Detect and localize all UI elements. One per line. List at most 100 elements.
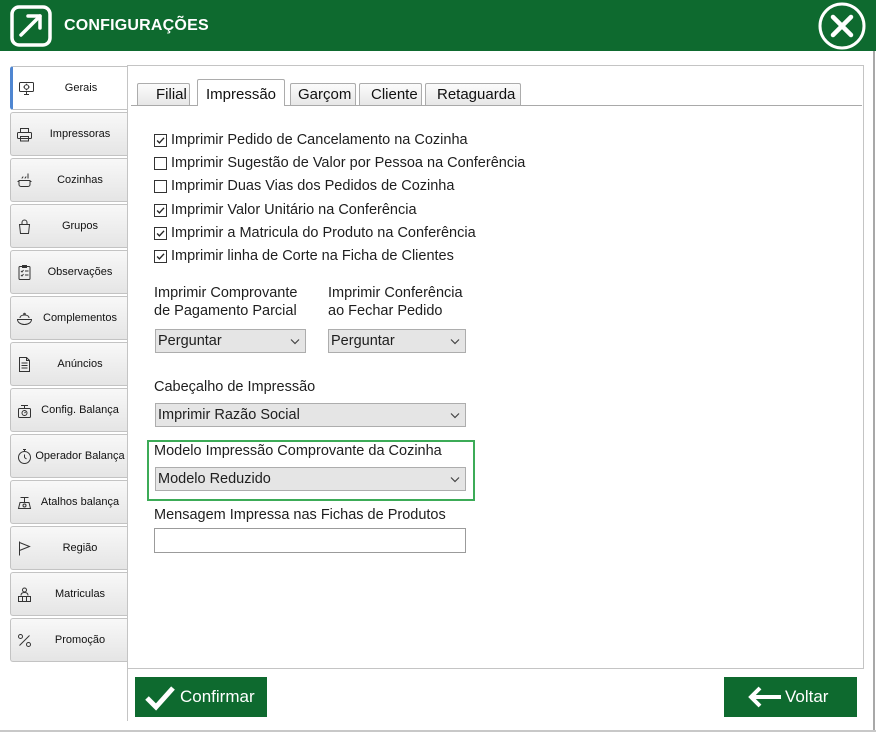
confirm-button[interactable]: Confirmar	[135, 677, 267, 717]
sidebar-item-label: Complementos	[43, 312, 117, 324]
label-modelo-comprovante-cozinha: Modelo Impressão Comprovante da Cozinha	[154, 443, 442, 459]
sidebar-item-label: Observações	[47, 266, 113, 278]
back-button-label: Voltar	[785, 687, 829, 706]
sidebar-item-label: Anúncios	[57, 358, 103, 370]
checkbox[interactable]	[154, 157, 167, 171]
chevron-down-icon	[290, 339, 300, 345]
option-label: Imprimir Pedido de Cancelamento na Cozin…	[171, 132, 468, 148]
option-cancelamento-cozinha[interactable]: Imprimir Pedido de Cancelamento na Cozin…	[154, 129, 534, 152]
sidebar-item-anuncios[interactable]: Anúncios	[10, 342, 127, 386]
window-title: CONFIGURAÇÕES	[64, 17, 209, 34]
label-cabecalho-impressao: Cabeçalho de Impressão	[154, 379, 316, 395]
sidebar-item-cozinhas[interactable]: Cozinhas	[10, 158, 127, 202]
checkbox[interactable]	[154, 203, 167, 217]
back-button[interactable]: Voltar	[724, 677, 857, 717]
scale-icon	[18, 405, 31, 418]
document-icon	[19, 357, 30, 372]
option-sugestao-valor-pessoa[interactable]: Imprimir Sugestão de Valor por Pessoa na…	[154, 152, 534, 175]
sidebar-item-gerais[interactable]: Gerais	[10, 66, 127, 110]
app-logo-icon	[10, 5, 52, 47]
checkmark-icon	[145, 686, 175, 711]
tab-label: Retaguarda	[437, 86, 516, 103]
registration-icon	[18, 587, 31, 602]
option-matricula-produto[interactable]: Imprimir a Matricula do Produto na Confe…	[154, 222, 534, 245]
grocery-bag-icon	[18, 219, 31, 234]
select-value: Imprimir Razão Social	[158, 407, 300, 423]
stopwatch-icon	[18, 449, 31, 464]
sidebar-item-label: Grupos	[61, 220, 99, 232]
checkbox[interactable]	[154, 134, 167, 147]
tab-cliente[interactable]: Cliente	[359, 83, 422, 105]
flag-icon	[19, 541, 31, 556]
checkmark-icon	[156, 253, 165, 260]
option-label: Imprimir linha de Corte na Ficha de Clie…	[171, 247, 454, 264]
tab-retaguarda[interactable]: Retaguarda	[425, 83, 521, 105]
sidebar-item-grupos[interactable]: Grupos	[10, 204, 127, 248]
select-value: Perguntar	[158, 333, 222, 349]
arrow-left-icon	[748, 686, 781, 708]
label-conferencia-fechar-pedido: Imprimir Conferência ao Fechar Pedido	[328, 284, 463, 320]
sidebar-item-promocao[interactable]: Promoção	[10, 618, 127, 662]
sidebar-item-atalhos-balanca[interactable]: Atalhos balança	[10, 480, 127, 524]
sidebar-item-complementos[interactable]: Complementos	[10, 296, 127, 340]
sidebar-item-label: Cozinhas	[57, 174, 103, 186]
divider	[127, 669, 128, 721]
select-modelo-comprovante-cozinha[interactable]: Modelo Reduzido	[155, 467, 466, 491]
checkbox[interactable]	[154, 226, 167, 240]
checkbox[interactable]	[154, 180, 167, 194]
option-valor-unitario[interactable]: Imprimir Valor Unitário na Conferência	[154, 199, 534, 222]
option-label: Imprimir a Matricula do Produto na Confe…	[171, 224, 476, 241]
tab-impressao[interactable]: Impressão	[197, 79, 285, 106]
option-linha-corte[interactable]: Imprimir linha de Corte na Ficha de Clie…	[154, 245, 534, 268]
tab-label: Filial	[156, 86, 187, 103]
sidebar-item-matriculas[interactable]: Matriculas	[10, 572, 127, 616]
settings-monitor-icon	[19, 82, 34, 95]
sidebar-item-config-balanca[interactable]: Config. Balança	[10, 388, 127, 432]
select-conferencia-fechar-pedido[interactable]: Perguntar	[328, 329, 466, 353]
chevron-down-icon	[450, 339, 460, 345]
tab-garcom[interactable]: Garçom	[290, 83, 356, 105]
sidebar-item-label: Operador Balança	[35, 450, 125, 462]
title-bar: CONFIGURAÇÕES	[0, 0, 876, 51]
label-line: ao Fechar Pedido	[328, 303, 443, 319]
chevron-down-icon	[450, 477, 460, 483]
option-label: Imprimir Valor Unitário na Conferência	[171, 201, 417, 218]
tab-filial[interactable]: Filial	[137, 83, 190, 105]
sidebar-item-label: Região	[62, 542, 98, 554]
label-line: de Pagamento Parcial	[154, 303, 297, 319]
printer-icon	[17, 128, 32, 142]
checkmark-icon	[156, 137, 165, 144]
option-label: Imprimir Duas Vias dos Pedidos de Cozinh…	[171, 178, 455, 195]
food-bowl-icon	[16, 312, 33, 325]
select-cabecalho-impressao[interactable]: Imprimir Razão Social	[155, 403, 466, 427]
select-comprovante-pagamento-parcial[interactable]: Perguntar	[155, 329, 306, 353]
close-circle-icon[interactable]	[817, 1, 867, 51]
sidebar-item-label: Atalhos balança	[40, 496, 120, 508]
chevron-down-icon	[450, 413, 460, 419]
kitchen-icon	[17, 173, 32, 187]
option-label: Imprimir Sugestão de Valor por Pessoa na…	[171, 155, 526, 172]
label-line: Imprimir Conferência	[328, 285, 463, 301]
tab-label: Cliente	[371, 86, 418, 103]
scale-shortcut-icon	[17, 497, 32, 509]
sidebar-item-impressoras[interactable]: Impressoras	[10, 112, 127, 156]
sidebar-item-label: Promoção	[54, 634, 106, 646]
promotion-icon	[18, 634, 31, 647]
sidebar-item-label: Impressoras	[49, 128, 111, 140]
print-options: Imprimir Pedido de Cancelamento na Cozin…	[154, 129, 534, 268]
label-comprovante-pagamento-parcial: Imprimir Comprovante de Pagamento Parcia…	[154, 284, 297, 320]
checkmark-icon	[156, 230, 165, 237]
sidebar: Gerais Impressoras Cozinhas Grupos Obser…	[10, 66, 127, 664]
option-duas-vias-cozinha[interactable]: Imprimir Duas Vias dos Pedidos de Cozinh…	[154, 175, 534, 198]
checkbox[interactable]	[154, 249, 167, 263]
label-line: Imprimir Comprovante	[154, 285, 298, 301]
label-mensagem-fichas: Mensagem Impressa nas Fichas de Produtos	[154, 507, 446, 523]
sidebar-item-observacoes[interactable]: Observações	[10, 250, 127, 294]
confirm-button-label: Confirmar	[180, 687, 255, 706]
mensagem-fichas-input[interactable]	[154, 528, 466, 553]
sidebar-item-regiao[interactable]: Região	[10, 526, 127, 570]
sidebar-item-label: Matriculas	[54, 588, 106, 600]
select-value: Modelo Reduzido	[158, 471, 271, 487]
sidebar-item-label: Gerais	[64, 82, 98, 94]
sidebar-item-operador-balanca[interactable]: Operador Balança	[10, 434, 127, 478]
